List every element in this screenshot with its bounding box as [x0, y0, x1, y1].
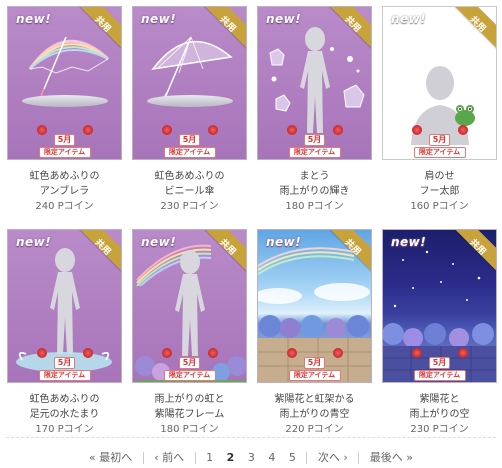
item-price: 220 Pコイン: [285, 424, 344, 435]
rose-icon: [332, 348, 343, 358]
first-page-link[interactable]: « 最初へ: [89, 449, 132, 465]
may-limited-badge: 5月 限定アイテム: [36, 348, 93, 381]
rose-icon: [207, 348, 218, 358]
item-thumbnail[interactable]: new! 共用 5月 限定アイテム: [132, 229, 247, 383]
item-price: 230 Pコイン: [410, 424, 469, 435]
item-name-line1: 雨上がりの虹と: [154, 394, 225, 405]
item-price: 180 Pコイン: [160, 424, 219, 435]
rose-icon: [457, 125, 468, 135]
item-name-line1: 虹色あめふりの: [29, 171, 100, 182]
separator: [142, 452, 144, 464]
item-name-line2: 雨上がりの輝き: [279, 186, 350, 197]
prev-page-link[interactable]: ‹ 前へ: [154, 449, 184, 465]
item-name-line2: ビニール傘: [164, 186, 215, 197]
may-limited-badge: 5月 限定アイテム: [286, 348, 343, 381]
page-link-4[interactable]: 4: [268, 451, 275, 464]
item-caption: 紫陽花と虹架かる 雨上がりの青空 220 Pコイン: [251, 392, 378, 437]
may-limited-badge: 5月 限定アイテム: [411, 125, 468, 158]
shared-ribbon: 共用: [449, 7, 496, 53]
rose-icon: [457, 348, 468, 358]
item-caption: 虹色あめふりの ビニール傘 230 Pコイン: [126, 169, 253, 214]
separator: [358, 452, 360, 464]
separator: [194, 452, 196, 464]
rose-icon: [411, 125, 422, 135]
rose-icon: [36, 348, 47, 358]
rose-icon: [82, 348, 93, 358]
item-price: 230 Pコイン: [160, 201, 219, 212]
item-caption: 虹色あめふりの アンブレラ 240 Pコイン: [1, 169, 128, 214]
page-link-2-current: 2: [226, 451, 235, 464]
may-limited-badge: 5月 限定アイテム: [411, 348, 468, 381]
pagination: « 最初へ ‹ 前へ 1 2 3 4 5 次へ › 最後へ »: [0, 449, 502, 465]
item-name-line2: フー太郎: [419, 186, 460, 197]
page-link-5[interactable]: 5: [289, 451, 296, 464]
display-pedestal: [21, 95, 108, 107]
separator: [306, 452, 308, 464]
item-name-line2: 雨上がりの空: [409, 409, 470, 420]
may-limited-badge: 5月 限定アイテム: [161, 348, 218, 381]
item-thumbnail[interactable]: new! 共用 5月 限定アイテム: [382, 229, 497, 383]
item-name-line1: 虹色あめふりの: [29, 394, 100, 405]
item-caption: 肩のせ フー太郎 160 Pコイン: [376, 169, 502, 214]
item-caption: 虹色あめふりの 足元の水たまり 170 Pコイン: [1, 392, 128, 437]
rose-icon: [411, 348, 422, 358]
rose-icon: [207, 125, 218, 135]
may-limited-badge: 5月 限定アイテム: [161, 125, 218, 158]
rose-icon: [161, 348, 172, 358]
item-thumbnail[interactable]: new! 共用 5月 限定アイテム: [257, 229, 372, 383]
item-name-line1: 紫陽花と虹架かる: [274, 394, 355, 405]
item-name-line2: アンブレラ: [39, 186, 90, 197]
new-label: new!: [16, 235, 52, 249]
item-price: 170 Pコイン: [35, 424, 94, 435]
item-name-line1: 紫陽花と: [419, 394, 460, 405]
item-name-line1: 肩のせ: [424, 171, 455, 182]
last-page-link[interactable]: 最後へ »: [370, 449, 413, 465]
item-thumbnail[interactable]: new! 共用 5月 限定アイテム: [7, 6, 122, 160]
item-name-line2: 足元の水たまり: [29, 409, 100, 420]
item-thumbnail[interactable]: new! 共用 5月 限定アイテム: [7, 229, 122, 383]
may-limited-badge: 5月 限定アイテム: [286, 125, 343, 158]
new-label: new!: [391, 12, 427, 26]
item-thumbnail[interactable]: new! 共用 5月 限定アイテム: [132, 6, 247, 160]
item-name-line2: 雨上がりの青空: [279, 409, 350, 420]
rose-icon: [286, 125, 297, 135]
next-page-link[interactable]: 次へ ›: [318, 449, 348, 465]
item-thumbnail[interactable]: new! 共用 5月 限定アイテム: [382, 6, 497, 160]
item-price: 160 Pコイン: [410, 201, 469, 212]
item-name-line1: 虹色あめふりの: [154, 171, 225, 182]
rose-icon: [82, 125, 93, 135]
item-price: 240 Pコイン: [35, 201, 94, 212]
rose-icon: [286, 348, 297, 358]
rose-icon: [161, 125, 172, 135]
rose-icon: [332, 125, 343, 135]
item-name-line2: 紫陽花フレーム: [154, 409, 225, 420]
item-caption: 紫陽花と 雨上がりの空 230 Pコイン: [376, 392, 502, 437]
page-link-3[interactable]: 3: [248, 451, 255, 464]
item-thumbnail[interactable]: new! 共用 5月 限定アイテム: [257, 6, 372, 160]
page-link-1[interactable]: 1: [206, 451, 213, 464]
item-name-line1: まとう: [299, 171, 330, 182]
item-caption: 雨上がりの虹と 紫陽花フレーム 180 Pコイン: [126, 392, 253, 437]
item-caption: まとう 雨上がりの輝き 180 Pコイン: [251, 169, 378, 214]
divider: [6, 437, 496, 438]
may-limited-badge: 5月 限定アイテム: [36, 125, 93, 158]
display-pedestal: [146, 95, 233, 107]
item-price: 180 Pコイン: [285, 201, 344, 212]
rose-icon: [36, 125, 47, 135]
